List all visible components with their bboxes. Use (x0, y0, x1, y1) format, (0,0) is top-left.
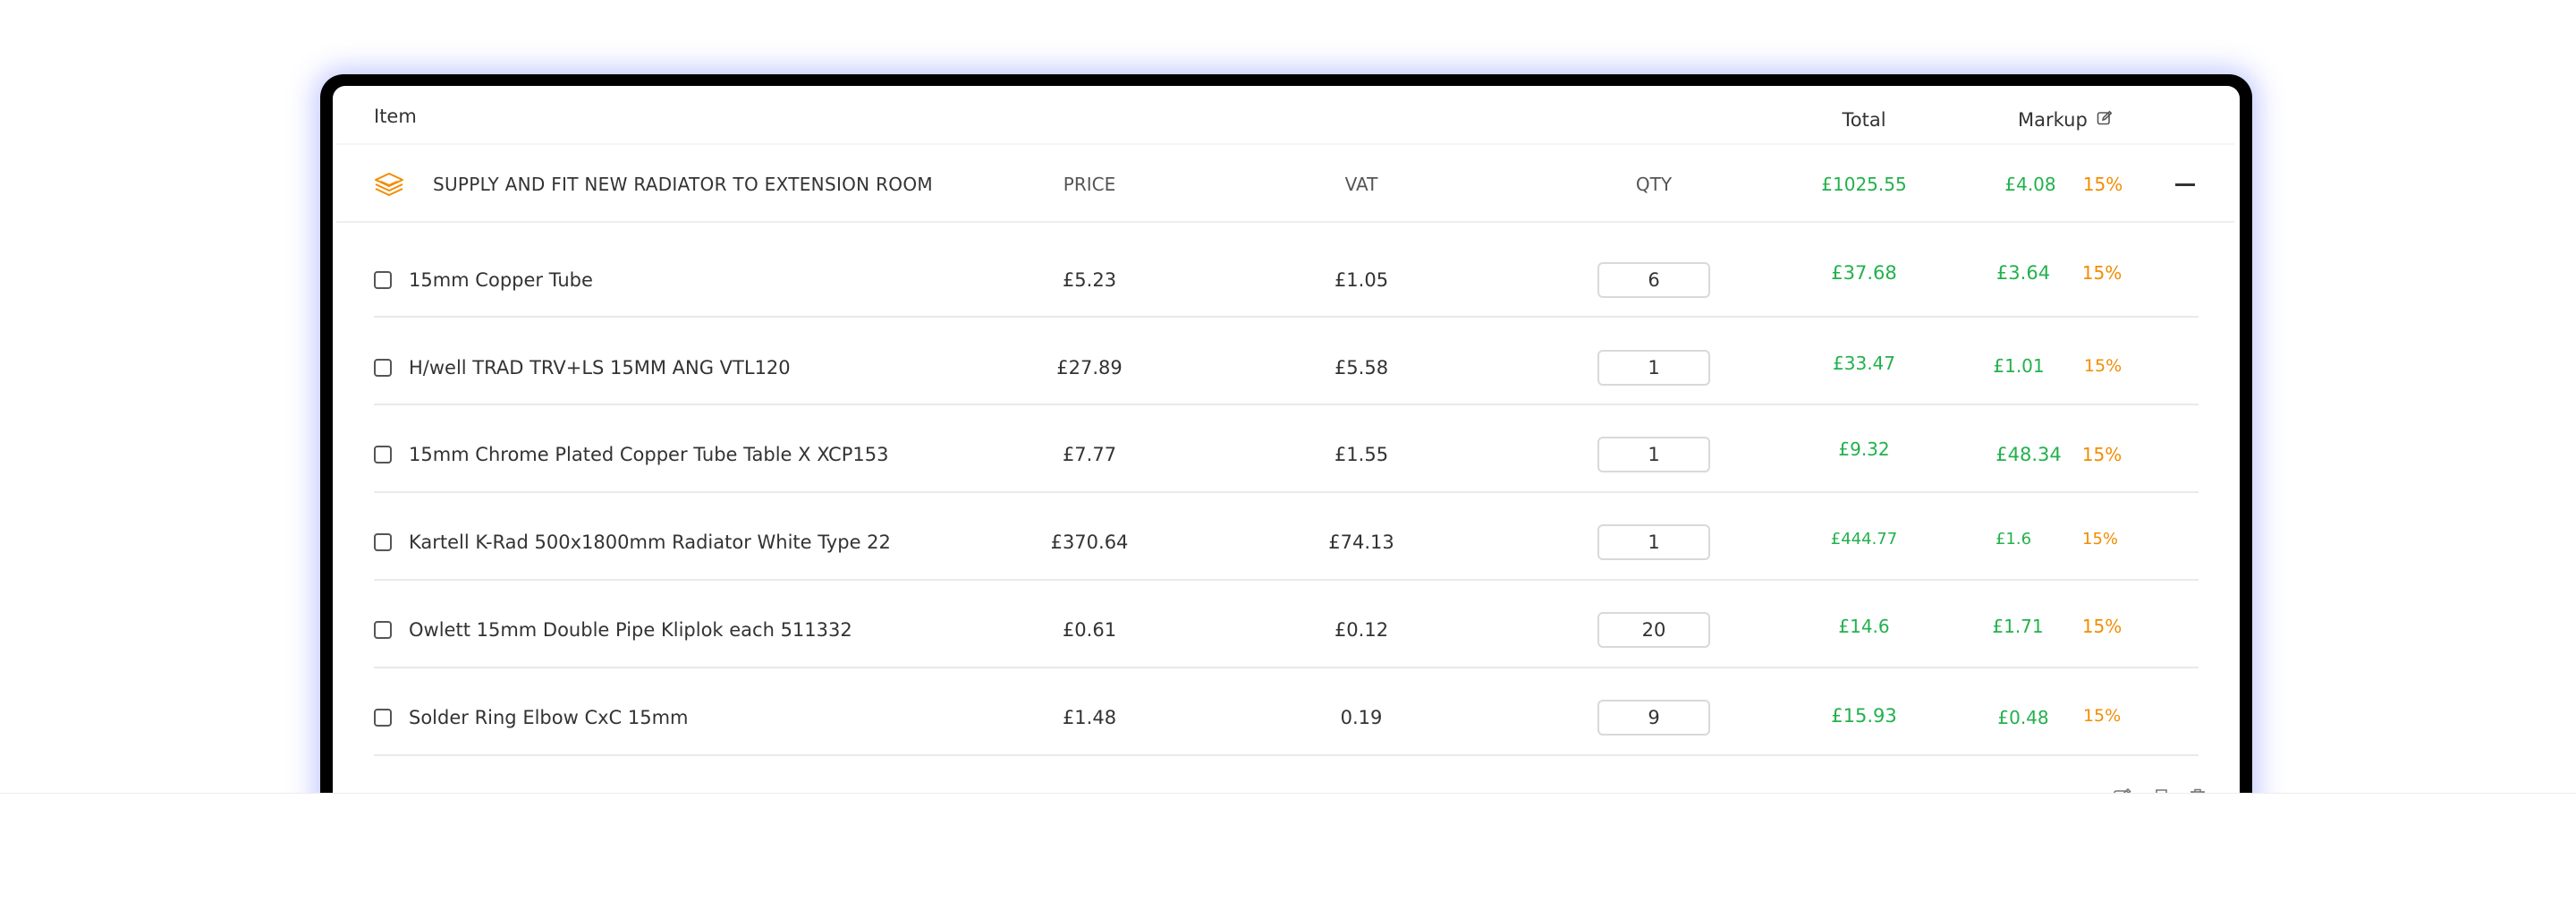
item-name: Kartell K-Rad 500x1800mm Radiator White … (409, 532, 891, 553)
row-checkbox[interactable] (374, 709, 392, 727)
page-footer-area (0, 793, 2576, 910)
row-divider (374, 579, 2199, 581)
markup-column-header: Markup (2018, 106, 2113, 133)
item-name: Solder Ring Elbow CxC 15mm (409, 707, 689, 728)
quantity-input[interactable]: 1 (1597, 524, 1710, 560)
screen (333, 86, 2240, 891)
quantity-input[interactable]: 1 (1597, 350, 1710, 386)
row-divider (374, 316, 2199, 318)
group-divider (336, 221, 2234, 223)
markup-label: Markup (2018, 109, 2088, 131)
collapse-button[interactable] (2175, 183, 2195, 186)
row-divider (374, 404, 2199, 405)
row-checkbox[interactable] (374, 533, 392, 551)
row-divider (374, 754, 2199, 756)
item-name: 15mm Chrome Plated Copper Tube Table X X… (409, 444, 889, 465)
row-checkbox[interactable] (374, 621, 392, 639)
item-column-header: Item (374, 106, 417, 127)
row-checkbox[interactable] (374, 446, 392, 464)
item-name: H/well TRAD TRV+LS 15MM ANG VTL120 (409, 357, 791, 378)
row-checkbox[interactable] (374, 359, 392, 377)
row-divider (374, 667, 2199, 668)
group-title: SUPPLY AND FIT NEW RADIATOR TO EXTENSION… (433, 174, 933, 195)
row-checkbox[interactable] (374, 271, 392, 289)
edit-icon[interactable] (2097, 106, 2113, 133)
quantity-input[interactable]: 6 (1597, 262, 1710, 298)
stack-layers-icon (374, 172, 404, 202)
item-name: 15mm Copper Tube (409, 269, 593, 291)
row-divider (374, 491, 2199, 493)
quantity-input[interactable]: 20 (1597, 612, 1710, 648)
quantity-input[interactable]: 9 (1597, 700, 1710, 736)
quantity-input[interactable]: 1 (1597, 437, 1710, 472)
item-name: Owlett 15mm Double Pipe Kliplok each 511… (409, 619, 852, 641)
header-divider (336, 143, 2234, 145)
